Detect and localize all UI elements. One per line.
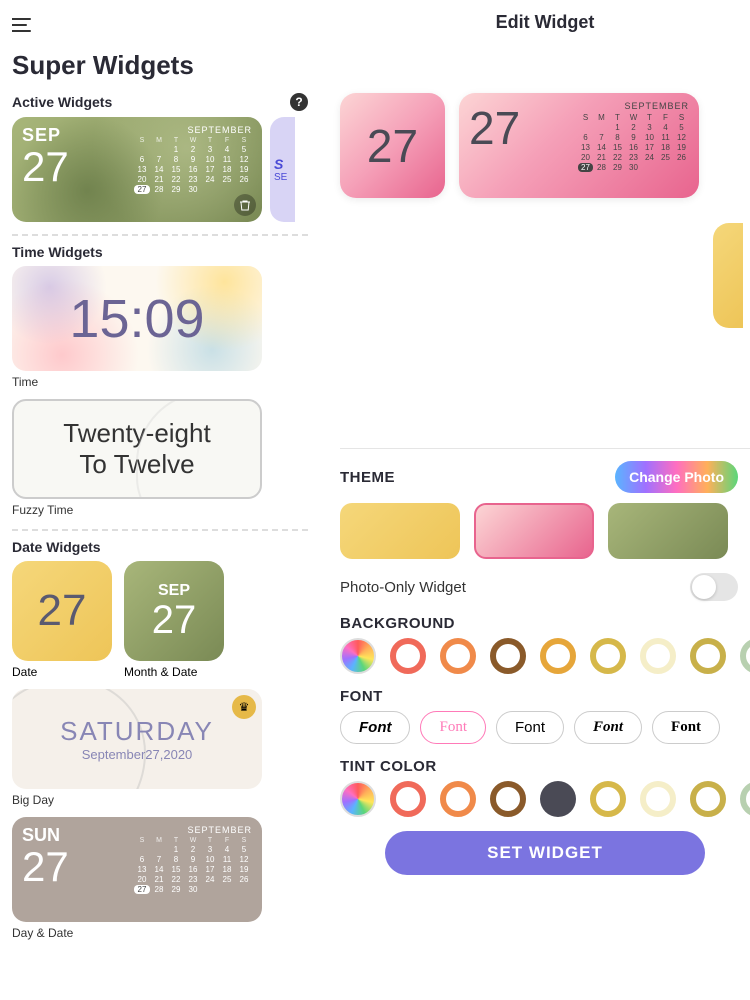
trash-icon[interactable]	[234, 194, 256, 216]
preview-wide-num: 27	[469, 101, 520, 190]
menu-icon[interactable]	[12, 12, 32, 38]
preview-wide-widget[interactable]: 27 SEPTEMBER SMTWTFS12345678910111213141…	[459, 93, 699, 198]
edit-widget-title: Edit Widget	[340, 12, 750, 33]
daydate-widget-card[interactable]: SUN 27 SEPTEMBER SMTWTFS1234567891011121…	[12, 817, 262, 922]
color-swatch[interactable]	[740, 638, 750, 674]
font-option[interactable]: Font	[496, 711, 564, 744]
font-label: FONT	[340, 688, 750, 705]
color-swatch[interactable]	[590, 638, 626, 674]
color-swatch[interactable]	[340, 781, 376, 817]
fuzzy-line2: To Twelve	[79, 449, 194, 480]
bigday-label: Big Day	[12, 793, 308, 807]
color-swatch[interactable]	[640, 638, 676, 674]
monthdate-num: 27	[152, 600, 197, 640]
divider	[12, 234, 308, 236]
daydate-num: 27	[22, 846, 69, 888]
page-title: Super Widgets	[12, 50, 308, 81]
color-swatch[interactable]	[490, 781, 526, 817]
divider	[340, 448, 750, 449]
font-option[interactable]: Font	[340, 711, 410, 744]
preview-small-num: 27	[367, 119, 418, 173]
divider	[12, 529, 308, 531]
bigday-date: September27,2020	[82, 747, 193, 762]
section-active-widgets: Active Widgets	[12, 94, 112, 110]
color-swatch[interactable]	[390, 781, 426, 817]
background-label: BACKGROUND	[340, 615, 750, 632]
preview-cal-title: SEPTEMBER	[578, 101, 689, 111]
font-option[interactable]: Font	[652, 711, 720, 744]
preview-peek-widget[interactable]	[713, 223, 743, 328]
monthdate-widget-card[interactable]: SEP 27	[124, 561, 224, 661]
color-swatch[interactable]	[590, 781, 626, 817]
widget-cal-title: SEPTEMBER	[134, 125, 252, 135]
preview-small-widget[interactable]: 27	[340, 93, 445, 198]
daydate-cal-grid: SMTWTFS123456789101112131415161718192021…	[134, 837, 252, 894]
monthdate-label: Month & Date	[124, 665, 224, 679]
preview-cal-grid: SMTWTFS123456789101112131415161718192021…	[578, 113, 689, 172]
set-widget-button[interactable]: SET WIDGET	[385, 831, 705, 875]
color-swatch[interactable]	[690, 781, 726, 817]
widget-day: 27	[22, 146, 69, 188]
photo-only-label: Photo-Only Widget	[340, 579, 466, 596]
active-widget-card[interactable]: SEP 27 SEPTEMBER SMTWTFS1234567891011121…	[12, 117, 262, 222]
theme-label: THEME	[340, 469, 395, 486]
color-swatch[interactable]	[640, 781, 676, 817]
tint-color-row	[340, 781, 750, 817]
help-icon[interactable]: ?	[290, 93, 308, 111]
bigday-dow: SATURDAY	[60, 716, 214, 747]
theme-swatch-yellow[interactable]	[340, 503, 460, 559]
peek-widget[interactable]: S SE	[270, 117, 295, 222]
fuzzy-label: Fuzzy Time	[12, 503, 308, 517]
theme-swatch-green[interactable]	[608, 503, 728, 559]
widget-cal-grid: SMTWTFS123456789101112131415161718192021…	[134, 137, 252, 194]
font-row: Font Font Font Font Font	[340, 711, 750, 744]
time-value: 15:09	[69, 288, 204, 350]
bigday-widget-card[interactable]: ♛ SATURDAY September27,2020	[12, 689, 262, 789]
change-photo-button[interactable]: Change Photo	[615, 461, 738, 493]
color-swatch[interactable]	[440, 781, 476, 817]
font-option[interactable]: Font	[574, 711, 642, 744]
color-swatch[interactable]	[540, 781, 576, 817]
color-swatch[interactable]	[340, 638, 376, 674]
daydate-label: Day & Date	[12, 926, 308, 940]
section-date-widgets: Date Widgets	[12, 539, 101, 555]
date-label: Date	[12, 665, 112, 679]
background-color-row	[340, 638, 750, 674]
daydate-cal-title: SEPTEMBER	[134, 825, 252, 835]
color-swatch[interactable]	[490, 638, 526, 674]
color-swatch[interactable]	[390, 638, 426, 674]
fuzzy-line1: Twenty-eight	[63, 418, 210, 449]
color-swatch[interactable]	[690, 638, 726, 674]
font-option[interactable]: Font	[420, 711, 486, 744]
color-swatch[interactable]	[540, 638, 576, 674]
fuzzy-time-card[interactable]: Twenty-eight To Twelve	[12, 399, 262, 499]
time-widget-card[interactable]: 15:09	[12, 266, 262, 371]
photo-only-switch[interactable]	[690, 573, 738, 601]
color-swatch[interactable]	[440, 638, 476, 674]
date-num: 27	[38, 586, 87, 636]
section-time-widgets: Time Widgets	[12, 244, 103, 260]
tint-label: TINT COLOR	[340, 758, 750, 775]
time-label: Time	[12, 375, 308, 389]
color-swatch[interactable]	[740, 781, 750, 817]
theme-swatch-pink[interactable]	[474, 503, 594, 559]
crown-icon: ♛	[232, 695, 256, 719]
date-widget-card[interactable]: 27	[12, 561, 112, 661]
